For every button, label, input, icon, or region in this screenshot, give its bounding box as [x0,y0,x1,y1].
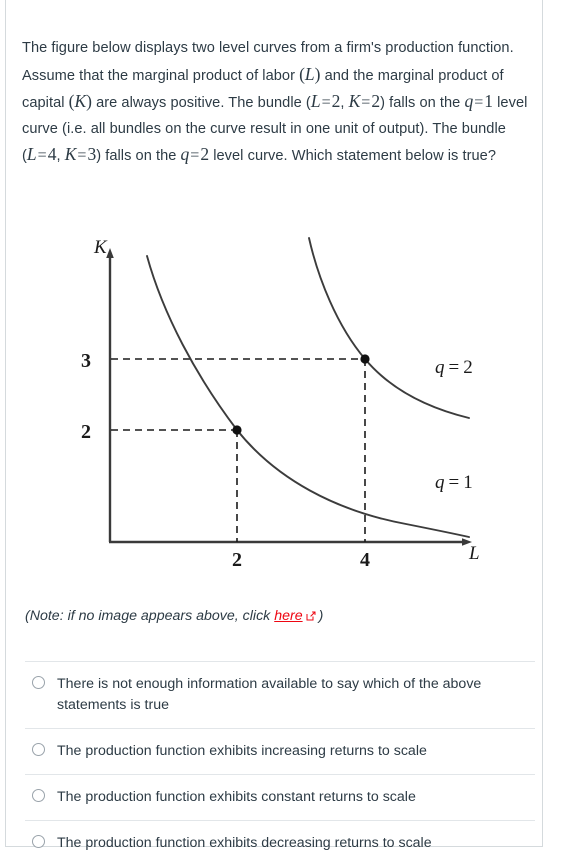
answer-option-0[interactable]: There is not enough information availabl… [25,661,535,728]
question-page: The figure below displays two level curv… [0,0,561,860]
y-tick-label-3: 3 [81,350,91,372]
answer-label-3: The production function exhibits decreas… [57,835,432,851]
curve-label-q2: q = 2 [435,357,473,378]
guide-lines-bundle-q2 [111,358,366,542]
radio-button-3[interactable] [32,835,45,848]
x-tick-label-4: 4 [360,549,370,571]
point-bundle-q1 [232,425,242,435]
point-bundle-q2 [360,354,370,364]
x-axis-label: L [468,543,480,564]
radio-button-2[interactable] [32,789,45,802]
isoquant-chart: K L 3 2 2 4 q = 2 q = 1 [81,237,480,571]
answer-option-2[interactable]: The production function exhibits constan… [25,774,535,820]
here-link[interactable]: here [274,608,302,624]
radio-button-0[interactable] [32,676,45,689]
y-tick-label-2: 2 [81,421,91,443]
stem-line-1: The figure below displays two level curv… [22,40,454,56]
curve-q2 [308,237,470,419]
y-axis [106,248,114,542]
external-link-icon [306,611,316,621]
curve-label-q1: q = 1 [435,472,473,493]
answer-option-3[interactable]: The production function exhibits decreas… [25,820,535,860]
y-axis-label: K [93,237,108,258]
note-prefix: (Note: if no image appears above, click [25,608,275,624]
note-suffix: ) [318,608,324,624]
answer-options-list: There is not enough information availabl… [25,661,535,860]
x-axis [109,538,472,546]
question-stem: The figure below displays two level curv… [22,36,538,170]
curve-q1 [146,255,470,538]
radio-button-1[interactable] [32,743,45,756]
isoquant-figure: K L 3 2 2 4 q = 2 q = 1 [6,226,544,574]
image-fallback-note: (Note: if no image appears above, click … [25,605,323,627]
stem-line-6: curve. Which statement below is true? [247,148,497,164]
answer-option-1[interactable]: The production function exhibits increas… [25,728,535,774]
answer-label-2: The production function exhibits constan… [57,789,416,805]
answer-label-0: There is not enough information availabl… [57,676,482,713]
x-tick-label-2: 2 [232,549,242,571]
guide-lines-bundle-q1 [111,429,238,542]
answer-label-1: The production function exhibits increas… [57,743,427,759]
question-card: The figure below displays two level curv… [5,0,544,851]
